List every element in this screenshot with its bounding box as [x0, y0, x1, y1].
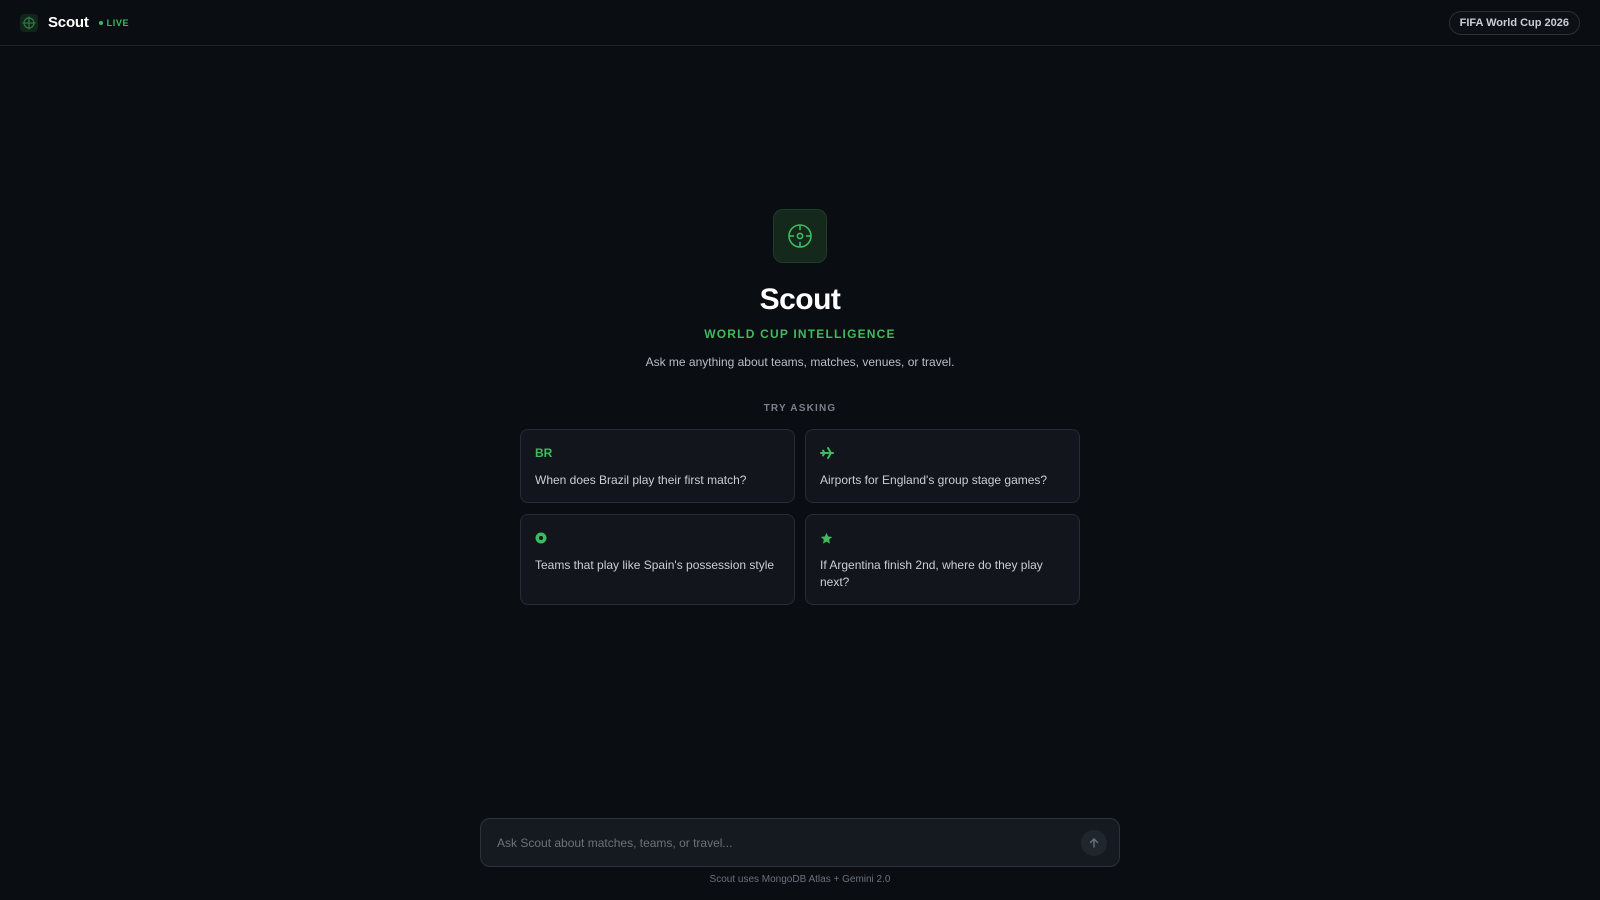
suggestion-text: Airports for England's group stage games…	[820, 473, 1048, 487]
brazil-code-icon: BR	[535, 446, 553, 460]
suggestion-card-spain-style[interactable]: Teams that play like Spain's possession …	[520, 514, 795, 605]
hero-description: Ask me anything about teams, matches, ve…	[645, 355, 955, 369]
hero-subtitle: WORLD CUP INTELLIGENCE	[704, 327, 896, 341]
star-icon	[820, 531, 1065, 545]
crosshair-ball-icon	[773, 209, 827, 263]
welcome-hero: Scout WORLD CUP INTELLIGENCE Ask me anyt…	[0, 209, 1600, 414]
chat-input[interactable]	[495, 834, 1081, 851]
suggestion-card-brazil[interactable]: BR When does Brazil play their first mat…	[520, 429, 795, 503]
send-button[interactable]	[1081, 829, 1107, 856]
brand-name[interactable]: Scout	[48, 14, 89, 31]
airplane-glyph	[820, 447, 834, 459]
live-label: LIVE	[106, 17, 130, 28]
hero-title: Scout	[759, 283, 841, 316]
logo-mark	[22, 16, 36, 29]
suggestion-text: Teams that play like Spain's possession …	[535, 558, 775, 572]
ball-glyph	[535, 532, 547, 544]
suggestion-card-argentina[interactable]: If Argentina finish 2nd, where do they p…	[805, 514, 1080, 605]
event-pill[interactable]: FIFA World Cup 2026	[1448, 11, 1580, 35]
arrow-up-icon	[1089, 837, 1099, 848]
suggestion-card-england-airports[interactable]: Airports for England's group stage games…	[805, 429, 1080, 503]
live-dot-icon	[98, 20, 103, 25]
try-asking-label: TRY ASKING	[763, 403, 837, 414]
live-status-badge: LIVE	[98, 17, 130, 28]
hero-icon-graphic	[788, 224, 812, 248]
footer-note: Scout uses MongoDB Atlas + Gemini 2.0	[709, 874, 891, 885]
suggestion-text: If Argentina finish 2nd, where do they p…	[820, 558, 1043, 589]
star-glyph	[820, 532, 833, 544]
scout-logo-icon[interactable]	[20, 13, 38, 32]
suggestion-grid: BR When does Brazil play their first mat…	[520, 429, 1080, 605]
soccer-ball-icon	[535, 531, 780, 545]
top-bar: Scout LIVE FIFA World Cup 2026	[0, 0, 1600, 46]
chat-composer	[480, 818, 1120, 867]
airplane-icon	[820, 446, 1065, 460]
suggestion-text: When does Brazil play their first match?	[535, 473, 747, 487]
